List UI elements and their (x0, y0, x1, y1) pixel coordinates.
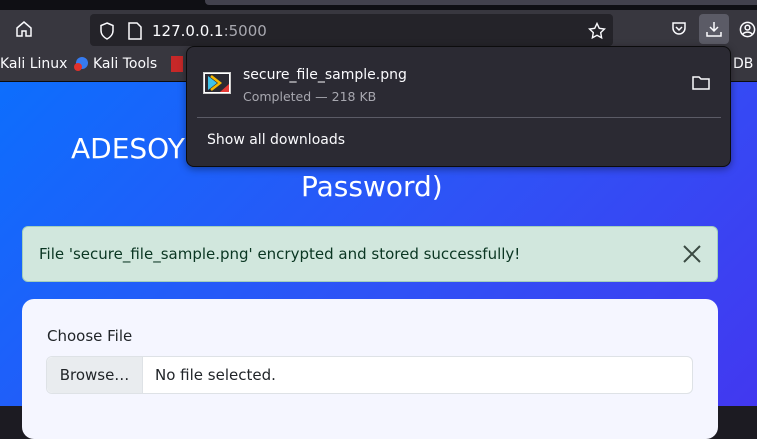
download-status: Completed — 218 KB (243, 89, 377, 104)
tab[interactable] (205, 0, 757, 5)
image-file-icon (203, 72, 231, 94)
file-status: No file selected. (155, 366, 276, 384)
bookmark-db[interactable]: DB (733, 56, 753, 72)
bookmark-kali-linux[interactable]: Kali Linux (0, 56, 67, 72)
downloads-button[interactable] (699, 14, 729, 44)
bookmark-label: DB (733, 56, 754, 72)
pocket-button[interactable] (664, 14, 694, 44)
url-text[interactable]: 127.0.0.1:5000 (152, 22, 267, 40)
shield-icon[interactable] (99, 22, 115, 40)
nav-toolbar: 127.0.0.1:5000 (0, 10, 757, 47)
close-icon[interactable] (681, 243, 703, 265)
success-alert: File 'secure_file_sample.png' encrypted … (22, 226, 718, 282)
downloads-panel: secure_file_sample.png Completed — 218 K… (186, 46, 731, 167)
bookmark-kali-tools[interactable]: Kali Tools (73, 56, 157, 72)
browse-button[interactable]: Browse… (47, 357, 143, 393)
file-label: Choose File (47, 327, 133, 345)
page-title-part2: Password) (301, 170, 443, 203)
upload-card: Choose File Browse… No file selected. (22, 299, 718, 439)
page-icon (128, 22, 142, 40)
account-button[interactable] (739, 14, 757, 44)
tab-strip (0, 0, 757, 10)
pocket-icon (672, 22, 686, 35)
show-all-downloads-button[interactable]: Show all downloads (207, 132, 345, 148)
account-icon (739, 21, 756, 37)
bookmark-label: Kali Tools (93, 56, 158, 72)
divider (197, 117, 721, 118)
page-title-part1: ADESOY (71, 132, 185, 165)
url-host: 127.0.0.1 (152, 22, 224, 40)
bookmark-exploit[interactable] (171, 56, 183, 72)
url-port: :5000 (223, 22, 267, 40)
folder-icon[interactable] (692, 75, 710, 91)
home-button[interactable] (9, 14, 39, 44)
download-file-name[interactable]: secure_file_sample.png (243, 67, 407, 83)
bookmark-label: Kali Linux (0, 56, 68, 72)
file-input[interactable]: Browse… No file selected. (46, 356, 693, 394)
download-icon (706, 22, 722, 37)
home-icon (16, 21, 32, 37)
alert-message: File 'secure_file_sample.png' encrypted … (39, 245, 521, 263)
exploit-db-icon (171, 56, 183, 72)
kali-tools-icon (74, 57, 88, 71)
bookmark-star-icon[interactable] (588, 22, 606, 40)
